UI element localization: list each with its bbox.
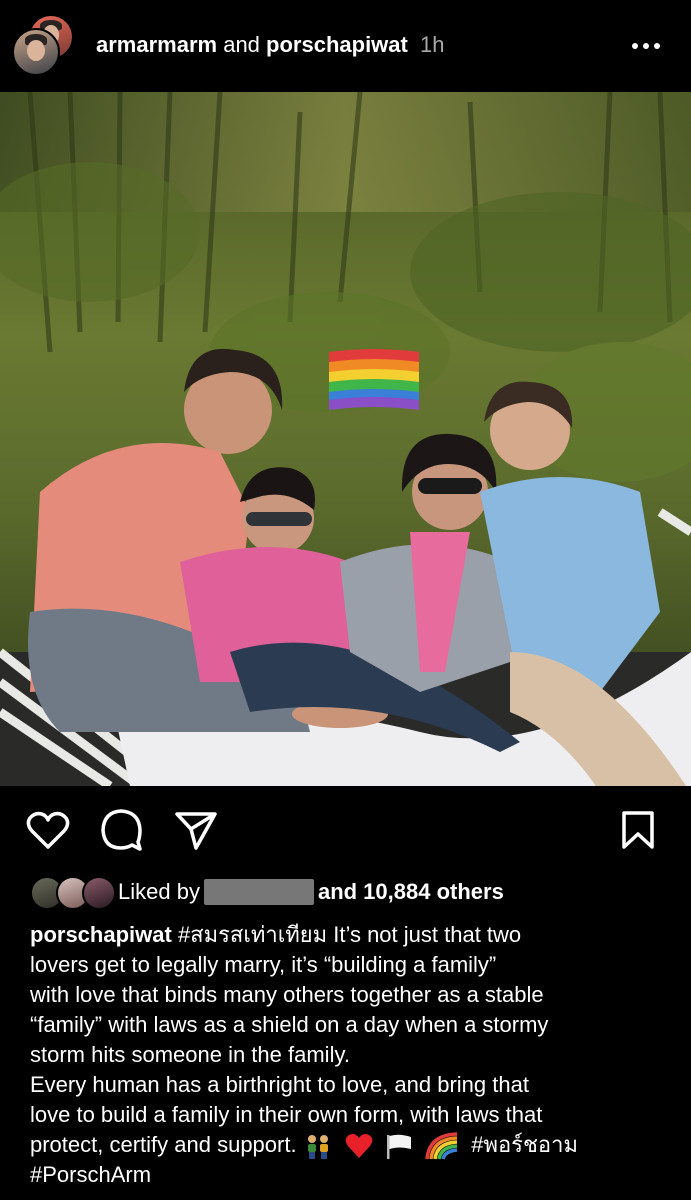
caption-line: “family” with laws as a shield on a day … [30, 1012, 549, 1037]
rainbow-icon [425, 1132, 458, 1160]
caption-line: love to build a family in their own form… [30, 1102, 543, 1127]
post-photo[interactable] [0, 92, 691, 786]
likes-count[interactable]: and 10,884 others [318, 879, 504, 904]
photo-illustration [0, 92, 691, 786]
conjunction-text: and [223, 32, 260, 57]
collab-avatars[interactable] [12, 14, 74, 76]
avatar [82, 876, 116, 910]
more-icon[interactable] [632, 36, 668, 56]
post-authors: armarmarm and porschapiwat 1h [96, 32, 444, 58]
likes-row[interactable]: Liked by and 10,884 others [28, 874, 668, 910]
couple-emoji-icon [307, 1135, 328, 1160]
rainbow-flag-icon [329, 349, 419, 410]
liker-avatars [30, 876, 116, 910]
likes-text: Liked by and 10,884 others [118, 879, 504, 905]
hashtag-link[interactable]: #PorschArm [30, 1160, 670, 1190]
heart-icon[interactable] [26, 810, 70, 850]
hashtag-link[interactable]: #พอร์ชอาม [471, 1132, 578, 1157]
share-icon[interactable] [174, 810, 218, 850]
caption-text: protect, certify and support. [30, 1132, 297, 1157]
white-flag-icon [386, 1134, 411, 1160]
username-link[interactable]: porschapiwat [266, 32, 408, 57]
post-caption: porschapiwat #สมรสเท่าเทียม It’s not jus… [30, 920, 670, 1190]
post-header: armarmarm and porschapiwat 1h [0, 0, 691, 92]
liked-by-label: Liked by [118, 879, 200, 904]
redacted-username [203, 879, 314, 905]
caption-line: protect, certify and support. #พอร์ชอาม [30, 1130, 670, 1160]
caption-text: #สมรสเท่าเทียม It’s not just that two [177, 922, 522, 947]
caption-line: with love that binds many others togethe… [30, 982, 544, 1007]
comment-icon[interactable] [100, 808, 144, 852]
avatar[interactable] [12, 28, 60, 76]
timestamp: 1h [419, 32, 445, 57]
caption-line: Every human has a birthright to love, an… [30, 1072, 529, 1097]
caption-username[interactable]: porschapiwat [30, 922, 172, 947]
caption-line: porschapiwat #สมรสเท่าเทียม It’s not jus… [30, 920, 670, 950]
caption-line: storm hits someone in the family. [30, 1042, 350, 1067]
caption-line: lovers get to legally marry, it’s “build… [30, 952, 497, 977]
username-link[interactable]: armarmarm [96, 32, 217, 57]
red-heart-icon [345, 1134, 373, 1159]
bookmark-icon[interactable] [620, 810, 656, 850]
action-bar [0, 786, 691, 872]
